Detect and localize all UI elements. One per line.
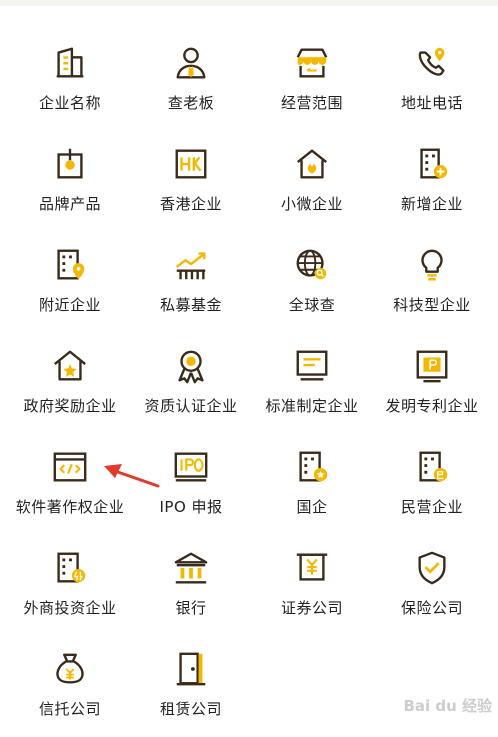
grid-item-label: IPO 申报 [159,498,223,516]
hk-badge-icon [172,145,210,183]
money-bag-icon [51,650,89,688]
lightbulb-icon [413,246,451,284]
private-building-icon [413,448,451,486]
grid-item-label: 经营范围 [280,94,343,112]
code-window-icon [51,448,89,486]
grid-item-company-name[interactable]: 企业名称 [8,30,132,131]
grid-item-label: 外商投资企业 [23,599,117,617]
grid-item-label: 发明专利企业 [385,397,479,415]
grid-item-standard-setting[interactable]: 标准制定企业 [250,333,374,434]
bank-icon [172,549,210,587]
grid-item-insurance[interactable]: 保险公司 [370,535,494,636]
grid-item-small-micro[interactable]: 小微企业 [250,131,374,232]
grid-item-label: 香港企业 [159,195,222,213]
grid-item-global-search[interactable]: 全球查 [250,232,374,333]
medal-icon [172,347,210,385]
grid-item-brand-products[interactable]: 品牌产品 [8,131,132,232]
trend-chart-icon [172,246,210,284]
yen-scroll-icon [293,549,331,587]
door-icon [172,650,210,688]
grid-item-label: 信托公司 [38,700,101,718]
small-house-icon [293,145,331,183]
grid-item-trust[interactable]: 信托公司 [8,636,132,737]
grid-row: 品牌产品 香港企业 小微企业 新增企业 [0,131,498,232]
grid-item-label: 私募基金 [159,296,222,314]
grid-item-label: 地址电话 [400,94,463,112]
grid-item-label: 企业名称 [38,94,101,112]
grid-item-private-fund[interactable]: 私募基金 [129,232,253,333]
grid-item-label: 资质认证企业 [144,397,238,415]
boss-person-icon [172,44,210,82]
grid-item-bank[interactable]: 银行 [129,535,253,636]
grid-item-address-phone[interactable]: 地址电话 [370,30,494,131]
grid-item-label: 标准制定企业 [265,397,359,415]
globe-search-icon [293,246,331,284]
monitor-doc-icon [293,347,331,385]
grid-item-label: 政府奖励企业 [23,397,117,415]
state-owned-building-icon [293,448,331,486]
grid-item-label: 科技型企业 [393,296,471,314]
grid-row: 软件著作权企业 IPO 申报 国企 民营企业 [0,434,498,535]
grid-item-label: 软件著作权企业 [15,498,125,516]
grid-item-private-enterprise[interactable]: 民营企业 [370,434,494,535]
ipo-icon [172,448,210,486]
grid-row: 信托公司 租赁公司 [0,636,498,737]
grid-item-tech-companies[interactable]: 科技型企业 [370,232,494,333]
grid-item-nearby[interactable]: 附近企业 [8,232,132,333]
grid-item-label: 民营企业 [400,498,463,516]
grid-item-qualification[interactable]: 资质认证企业 [129,333,253,434]
foreign-building-icon [51,549,89,587]
grid-item-boss-lookup[interactable]: 查老板 [129,30,253,131]
grid-item-securities[interactable]: 证券公司 [250,535,374,636]
grid-item-label: 证券公司 [280,599,343,617]
grid-item-label: 新增企业 [400,195,463,213]
grid-item-government-award[interactable]: 政府奖励企业 [8,333,132,434]
grid-row: 附近企业 私募基金 全球查 科技型企业 [0,232,498,333]
grid-item-foreign-investment[interactable]: 外商投资企业 [8,535,132,636]
service-grid: 企业名称 查老板 经营范围 地址电话 品牌产品 香港企业 小微企业 新增企业 附… [0,30,498,737]
store-icon [293,44,331,82]
watermark: Bai du 经验 [403,697,492,715]
grid-item-new-companies[interactable]: 新增企业 [370,131,494,232]
grid-item-label: 品牌产品 [38,195,101,213]
grid-item-label: 保险公司 [400,599,463,617]
phone-location-icon [413,44,451,82]
new-building-icon [413,145,451,183]
grid-item-label: 国企 [296,498,328,516]
nearby-building-icon [51,246,89,284]
building-icon [51,44,89,82]
top-strip [0,0,498,6]
grid-row: 政府奖励企业 资质认证企业 标准制定企业 发明专利企业 [0,333,498,434]
grid-item-label: 租赁公司 [159,700,222,718]
grid-item-hongkong-companies[interactable]: 香港企业 [129,131,253,232]
grid-item-label: 小微企业 [280,195,343,213]
grid-row: 企业名称 查老板 经营范围 地址电话 [0,30,498,131]
red-annotation-arrow [104,464,160,488]
grid-item-label: 附近企业 [38,296,101,314]
grid-item-label: 银行 [175,599,207,617]
shield-check-icon [413,549,451,587]
patent-certificate-icon [413,347,451,385]
award-house-icon [51,347,89,385]
grid-item-patent[interactable]: 发明专利企业 [370,333,494,434]
grid-item-label: 查老板 [167,94,215,112]
grid-item-state-owned[interactable]: 国企 [250,434,374,535]
grid-item-business-scope[interactable]: 经营范围 [250,30,374,131]
grid-row: 外商投资企业 银行 证券公司 保险公司 [0,535,498,636]
grid-item-label: 全球查 [288,296,336,314]
brand-box-icon [51,145,89,183]
grid-item-leasing[interactable]: 租赁公司 [129,636,253,737]
